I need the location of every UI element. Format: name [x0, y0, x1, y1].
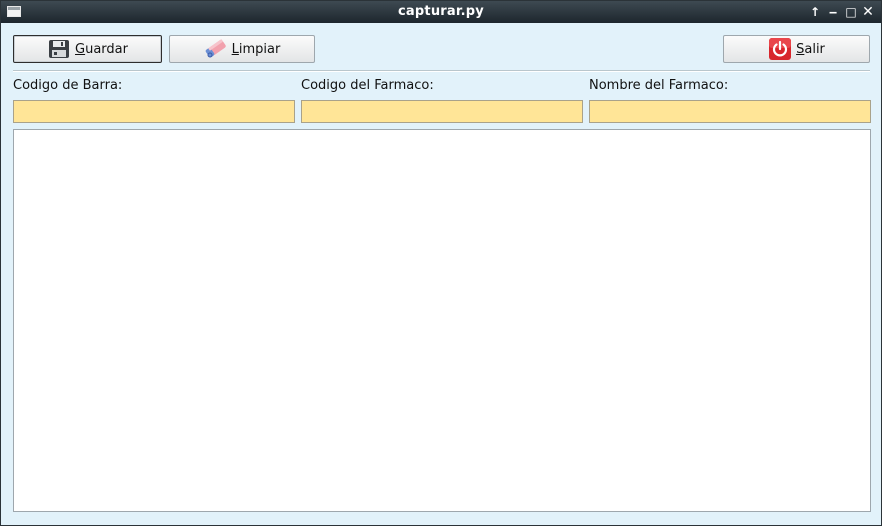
nombre-farmaco-input[interactable]	[589, 100, 871, 123]
nombre-farmaco-label: Nombre del Farmaco:	[589, 78, 729, 93]
close-icon[interactable]: ✕	[860, 4, 876, 20]
power-icon	[768, 38, 792, 60]
limpiar-label: Limpiar	[231, 41, 281, 57]
codigo-farmaco-label: Codigo del Farmaco:	[301, 78, 434, 93]
floppy-disk-icon	[47, 38, 71, 60]
toolbar-separator	[13, 70, 870, 72]
guardar-button[interactable]: Guardar	[13, 35, 162, 63]
eraser-icon	[204, 38, 228, 60]
app-window: capturar.py ↑ ‒ □ ✕ Guardar Limpiar Sali…	[0, 0, 882, 526]
salir-button[interactable]: Salir	[723, 35, 870, 63]
window-title: capturar.py	[398, 4, 484, 19]
minimize-icon[interactable]: ‒	[825, 4, 841, 20]
codigo-barra-input[interactable]	[13, 100, 295, 123]
limpiar-button[interactable]: Limpiar	[169, 35, 315, 63]
codigo-barra-label: Codigo de Barra:	[13, 78, 123, 93]
codigo-farmaco-input[interactable]	[301, 100, 583, 123]
guardar-label: Guardar	[75, 41, 128, 57]
keep-above-icon[interactable]: ↑	[807, 4, 823, 20]
records-table[interactable]	[13, 129, 871, 512]
maximize-icon[interactable]: □	[843, 4, 859, 20]
title-bar[interactable]: capturar.py ↑ ‒ □ ✕	[1, 1, 881, 23]
salir-label: Salir	[796, 41, 825, 57]
